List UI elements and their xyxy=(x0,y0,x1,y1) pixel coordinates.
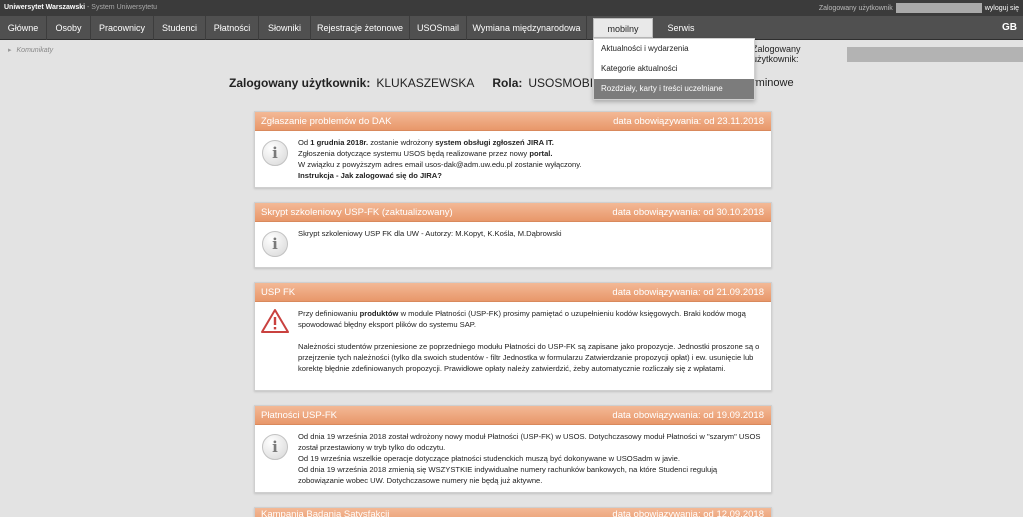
nav-item-usosmail[interactable]: USOSmail xyxy=(410,16,467,40)
brand: Uniwersytet Warszawski - System Uniwersy… xyxy=(4,4,158,11)
user-label: Zalogowany użytkownik: xyxy=(229,76,371,90)
logout-link[interactable]: wyloguj się xyxy=(985,5,1019,12)
top-bar: Uniwersytet Warszawski - System Uniwersy… xyxy=(0,0,1023,16)
news-card: Kampania Badania Satysfakcji data obowią… xyxy=(254,507,772,517)
dropdown-item-aktualnosci[interactable]: Aktualności i wydarzenia xyxy=(594,39,754,59)
user-value: KLUKASZEWSKA xyxy=(376,76,475,90)
info-icon: i xyxy=(262,231,288,257)
nav-item-serwis[interactable]: Serwis xyxy=(658,16,704,40)
jira-instruction-link[interactable]: Instrukcja - Jak zalogować się do JIRA? xyxy=(298,170,761,181)
nav-item-platnosci[interactable]: Płatności xyxy=(206,16,259,40)
breadcrumb-item[interactable]: Komunikaty xyxy=(17,47,54,54)
logged-user-label: Zalogowany użytkownik xyxy=(818,4,893,12)
news-card-date: data obowiązywania: od 30.10.2018 xyxy=(612,207,764,218)
news-card-body: i Od dnia 19 września 2018 został wdrożo… xyxy=(255,425,771,492)
top-user-area: Zalogowany użytkownik wyloguj się xyxy=(819,3,1019,13)
news-card-title: Skrypt szkoleniowy USP-FK (zaktualizowan… xyxy=(261,207,453,218)
news-card: Skrypt szkoleniowy USP-FK (zaktualizowan… xyxy=(254,202,772,268)
nav-item-mobilny-usos[interactable]: mobilny USOS xyxy=(593,18,653,54)
system-name: System Uniwersytetu xyxy=(91,4,158,11)
breadcrumb-arrow-icon: ▸ xyxy=(8,47,12,54)
news-card-title: Kampania Badania Satysfakcji xyxy=(261,509,390,517)
training-script-link[interactable]: Skrypt szkoleniowy USP FK dla UW - Autor… xyxy=(298,228,761,239)
breadcrumb-user: Zalogowany użytkownik: xyxy=(752,44,1023,64)
news-paragraph: Należności studentów przeniesione ze pop… xyxy=(298,342,760,373)
news-card-date: data obowiązywania: od 23.11.2018 xyxy=(613,116,764,127)
nav-item-glowne[interactable]: Główne xyxy=(0,16,47,40)
language-switch[interactable]: GB xyxy=(1002,16,1017,40)
news-line: Od 19 września wszelkie operacje dotyczą… xyxy=(298,454,680,463)
dropdown-item-kategorie[interactable]: Kategorie aktualności xyxy=(594,59,754,79)
user-info-line: Zalogowany użytkownik: KLUKASZEWSKA Rola: U… xyxy=(229,76,646,90)
news-card-title: Płatności USP-FK xyxy=(261,410,338,421)
news-card-header: Skrypt szkoleniowy USP-FK (zaktualizowan… xyxy=(255,203,771,222)
dropdown-item-rozdzialy[interactable]: Rozdziały, karty i treści uczelniane xyxy=(594,79,754,99)
nav-item-pracownicy[interactable]: Pracownicy xyxy=(91,16,154,40)
news-card-header: Zgłaszanie problemów do DAK data obowiąz… xyxy=(255,112,771,131)
news-line: Od dnia 19 września 2018 zmienią się WSZ… xyxy=(298,465,718,485)
news-line: Od 1 grudnia 2018r. zostanie wdrożony sy… xyxy=(298,138,554,147)
news-line: Zgłoszenia dotyczące systemu USOS będą r… xyxy=(298,149,553,158)
nav-item-rejestracje-zetonowe[interactable]: Rejestracje żetonowe xyxy=(311,16,410,40)
main-nav: Główne Osoby Pracownicy Studenci Płatnoś… xyxy=(0,16,1023,54)
news-card-date: data obowiązywania: od 21.09.2018 xyxy=(612,287,764,298)
role-label: Rola: xyxy=(492,76,523,90)
news-card-header: Płatności USP-FK data obowiązywania: od … xyxy=(255,406,771,425)
news-card-header: Kampania Badania Satysfakcji data obowią… xyxy=(255,508,771,517)
info-icon: i xyxy=(262,140,288,166)
news-card-body: i Od 1 grudnia 2018r. zostanie wdrożony … xyxy=(255,131,771,187)
breadcrumb-user-label: Zalogowany użytkownik: xyxy=(752,44,801,64)
news-paragraph: Przy definiowaniu produktów w module Pła… xyxy=(298,309,746,329)
nav-item-slowniki[interactable]: Słowniki xyxy=(259,16,311,40)
info-icon: i xyxy=(262,434,288,460)
news-line: Od dnia 19 września 2018 został wdrożony… xyxy=(298,432,761,452)
mobilny-usos-dropdown: Aktualności i wydarzenia Kategorie aktua… xyxy=(593,38,755,100)
warning-icon xyxy=(261,309,289,333)
news-card-body: i Skrypt szkoleniowy USP FK dla UW - Aut… xyxy=(255,222,771,257)
news-card-date: data obowiązywania: od 12.09.2018 xyxy=(612,509,764,517)
breadcrumb: ▸ Komunikaty xyxy=(8,46,53,54)
user-info-trailing: rminowe xyxy=(752,77,794,89)
news-card-header: USP FK data obowiązywania: od 21.09.2018 xyxy=(255,283,771,302)
news-card-date: data obowiązywania: od 19.09.2018 xyxy=(612,410,764,421)
news-card: Płatności USP-FK data obowiązywania: od … xyxy=(254,405,772,493)
nav-item-osoby[interactable]: Osoby xyxy=(47,16,91,40)
news-card-body: Przy definiowaniu produktów w module Pła… xyxy=(255,302,771,380)
university-name: Uniwersytet Warszawski xyxy=(4,4,86,11)
nav-item-wymiana-miedzynarodowa[interactable]: Wymiana międzynarodowa xyxy=(467,16,587,40)
news-card: Zgłaszanie problemów do DAK data obowiąz… xyxy=(254,111,772,188)
news-card-title: Zgłaszanie problemów do DAK xyxy=(261,116,392,127)
breadcrumb-user-redacted xyxy=(846,46,1023,62)
nav-item-studenci[interactable]: Studenci xyxy=(154,16,206,40)
news-line: W związku z powyższym adres email usos-d… xyxy=(298,160,582,169)
news-card: USP FK data obowiązywania: od 21.09.2018… xyxy=(254,282,772,391)
logged-user-name-redacted xyxy=(895,3,982,13)
news-card-title: USP FK xyxy=(261,287,296,298)
